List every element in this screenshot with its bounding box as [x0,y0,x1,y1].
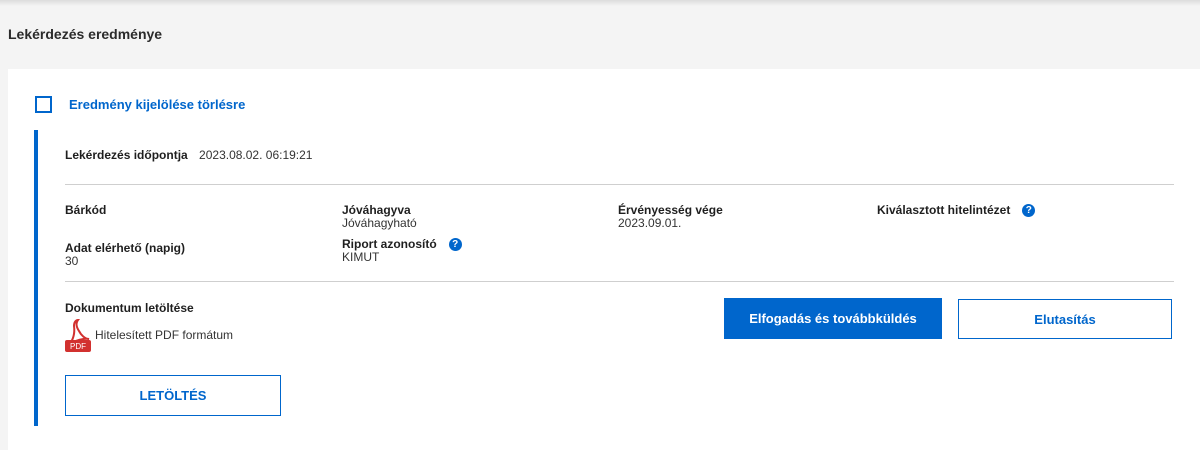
reject-button[interactable]: Elutasítás [958,299,1172,339]
validity-end-field: Érvényesség vége 2023.09.01. [618,204,723,230]
divider [65,281,1174,282]
approved-field: Jóváhagyva Jóváhagyható [342,204,417,230]
selected-institution-label: Kiválasztott hitelintézet [877,203,1011,217]
question-circle-icon[interactable]: ? [448,238,462,251]
download-button[interactable]: LETÖLTÉS [65,375,281,416]
pdf-format-label: Hitelesített PDF formátum [95,328,234,342]
selected-institution-field: Kiválasztott hitelintézet ? [877,203,1036,217]
document-download-title: Dokumentum letöltése [65,301,194,315]
question-circle-icon[interactable]: ? [1022,204,1036,217]
select-for-delete-checkbox[interactable] [35,95,52,113]
accept-forward-button[interactable]: Elfogadás és továbbküldés [724,298,942,339]
query-time-value: 2023.08.02. 06:19:21 [199,148,313,162]
top-shadow [0,0,1200,6]
query-time: Lekérdezés időpontja 2023.08.02. 06:19:2… [65,148,312,162]
result-card: Eredmény kijelölése törlésre Lekérdezés … [8,69,1200,450]
pdf-file-icon: PDF [65,318,91,352]
data-available-value: 30 [65,254,79,268]
query-time-label: Lekérdezés időpontja [65,148,188,162]
divider [65,184,1174,185]
report-id-value: KIMUT [342,250,380,264]
select-for-delete-label[interactable]: Eredmény kijelölése törlésre [69,97,245,112]
data-available-field: Adat elérhető (napig) 30 [65,242,185,268]
report-id-field: Riport azonosító ? KIMUT [342,238,462,264]
select-for-delete-row[interactable]: Eredmény kijelölése törlésre [35,95,245,113]
pdf-badge: PDF [70,342,86,351]
validity-end-value: 2023.09.01. [618,216,682,230]
barcode-label: Bárkód [65,203,107,217]
barcode-field: Bárkód [65,204,106,217]
data-available-label: Adat elérhető (napig) [65,241,186,255]
section-title: Lekérdezés eredménye [8,26,163,42]
result-details: Lekérdezés időpontja 2023.08.02. 06:19:2… [34,130,1174,426]
pdf-format-row: PDF Hitelesített PDF formátum [65,318,233,352]
approved-value: Jóváhagyható [342,216,417,230]
